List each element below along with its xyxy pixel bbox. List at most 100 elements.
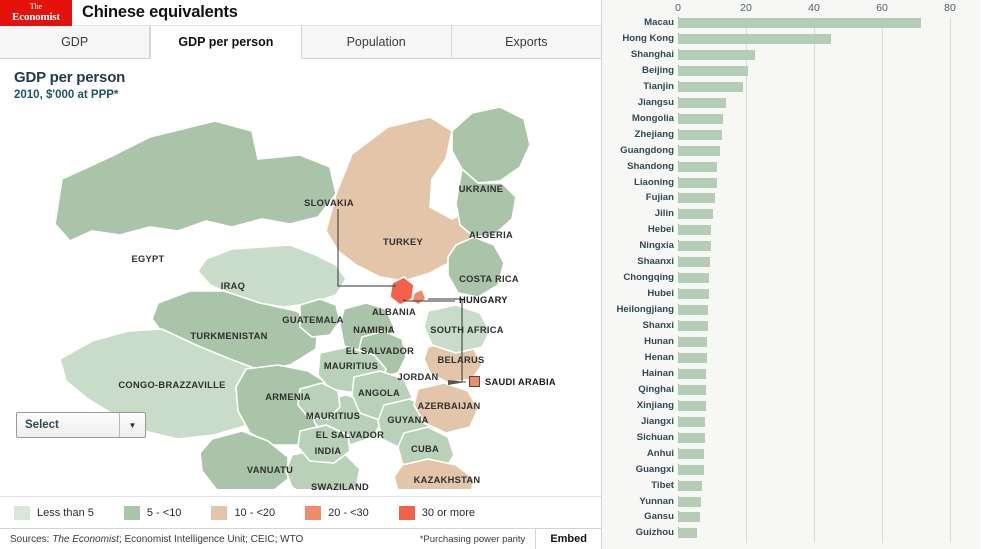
bar-row[interactable]: Yunnan bbox=[602, 495, 980, 508]
bar-row[interactable]: Hunan bbox=[602, 336, 980, 348]
bar-row[interactable]: Shanghai bbox=[602, 48, 980, 61]
legend-label-2: 10 - <20 bbox=[234, 506, 276, 519]
bar[interactable] bbox=[678, 496, 702, 507]
bar[interactable] bbox=[678, 416, 705, 427]
bar-label: Sichuan bbox=[636, 431, 674, 443]
bar-row[interactable]: Beijing bbox=[602, 64, 980, 77]
bar-row[interactable]: Ningxia bbox=[602, 240, 980, 252]
bar-label: Shanxi bbox=[642, 320, 674, 332]
bar-row[interactable]: Henan bbox=[602, 351, 980, 364]
bar-row[interactable]: Jiangxi bbox=[602, 415, 980, 428]
bar[interactable] bbox=[678, 337, 707, 347]
bar-label: Tianjin bbox=[643, 80, 674, 92]
logo-line-the: The bbox=[29, 1, 43, 11]
bar[interactable] bbox=[678, 464, 704, 475]
bar[interactable] bbox=[678, 321, 708, 332]
embed-button[interactable]: Embed bbox=[535, 529, 601, 549]
bar-row[interactable]: Jiangsu bbox=[602, 96, 980, 109]
bar[interactable] bbox=[678, 512, 701, 523]
bar-row[interactable]: Guizhou bbox=[602, 527, 980, 539]
bar-row[interactable]: Qinghai bbox=[602, 383, 980, 396]
x-tick-label-20: 20 bbox=[740, 2, 752, 14]
x-tick-label-40: 40 bbox=[808, 2, 820, 14]
bar-label: Chongqing bbox=[623, 272, 674, 284]
bar[interactable] bbox=[678, 145, 720, 156]
bar-row[interactable]: Fujian bbox=[602, 192, 980, 204]
bar-row[interactable]: Guangdong bbox=[602, 144, 980, 157]
bar-row[interactable]: Hong Kong bbox=[602, 32, 980, 45]
bar[interactable] bbox=[678, 480, 702, 491]
legend-item-3: 20 - <30 bbox=[305, 505, 369, 520]
bar-row[interactable]: Tianjin bbox=[602, 80, 980, 93]
chart-x-axis: 0 20 40 60 80 bbox=[602, 0, 980, 17]
bar[interactable] bbox=[678, 528, 697, 539]
bar-row[interactable]: Hainan bbox=[602, 367, 980, 380]
bar-row[interactable]: Tibet bbox=[602, 479, 980, 492]
bar-row[interactable]: Gansu bbox=[602, 511, 980, 523]
bar-label: Yunnan bbox=[639, 495, 674, 507]
tab-gdp-per-person[interactable]: GDP per person bbox=[150, 26, 302, 59]
tab-gdp[interactable]: GDP bbox=[0, 26, 151, 58]
bar[interactable] bbox=[678, 97, 726, 108]
bar-row[interactable]: Jilin bbox=[602, 208, 980, 220]
bar-label: Xinjiang bbox=[636, 399, 674, 411]
legend-item-2: 10 - <20 bbox=[211, 505, 276, 520]
footnote-ppp: *Purchasing power parity bbox=[419, 533, 526, 545]
map-callout-hungary: HUNGARY bbox=[459, 295, 508, 305]
tab-exports[interactable]: Exports bbox=[451, 26, 601, 58]
bar[interactable] bbox=[678, 273, 710, 284]
map-container[interactable]: GDP per person 2010, $'000 at PPP* EGYPT… bbox=[0, 59, 601, 496]
bar-row[interactable]: Macau bbox=[602, 17, 980, 29]
bar[interactable] bbox=[678, 49, 755, 60]
legend-label-3: 20 - <30 bbox=[328, 506, 369, 519]
x-tick-label-80: 80 bbox=[944, 2, 956, 14]
bar[interactable] bbox=[678, 113, 723, 124]
sources-prefix: Sources: bbox=[10, 533, 53, 545]
bar-row[interactable]: Sichuan bbox=[602, 431, 980, 444]
bar[interactable] bbox=[678, 161, 718, 172]
bar[interactable] bbox=[678, 33, 831, 44]
chevron-down-icon[interactable]: ▼ bbox=[119, 413, 145, 437]
bar[interactable] bbox=[678, 193, 716, 204]
bar-row[interactable]: Zhejiang bbox=[602, 128, 980, 141]
bar-row[interactable]: Xinjiang bbox=[602, 399, 980, 412]
bar-row[interactable]: Liaoning bbox=[602, 176, 980, 189]
region-select[interactable]: Select ▼ bbox=[16, 412, 146, 438]
bar[interactable] bbox=[678, 241, 711, 252]
bar[interactable] bbox=[678, 129, 723, 140]
bar-label: Qinghai bbox=[638, 383, 674, 395]
page-title: Chinese equivalents bbox=[82, 3, 238, 21]
bar-row[interactable]: Hebei bbox=[602, 224, 980, 236]
bar[interactable] bbox=[678, 257, 711, 268]
bar-row[interactable]: Hubei bbox=[602, 288, 980, 300]
gdp-per-person-bar-chart[interactable]: 0 20 40 60 80 Macau Hong Kong Shanghai Beijing Ti… bbox=[602, 0, 980, 549]
bar[interactable] bbox=[678, 352, 707, 363]
bar-label: Liaoning bbox=[634, 176, 674, 188]
bar[interactable] bbox=[678, 289, 709, 300]
bar[interactable] bbox=[678, 368, 707, 379]
bar-row[interactable]: Shanxi bbox=[602, 320, 980, 332]
map-legend: Less than 5 5 - <10 10 - <20 20 - <30 30… bbox=[0, 496, 601, 528]
tab-population[interactable]: Population bbox=[301, 26, 452, 58]
bar-row[interactable]: Chongqing bbox=[602, 272, 980, 284]
bar-row[interactable]: Guangxi bbox=[602, 463, 980, 476]
bar[interactable] bbox=[678, 400, 707, 411]
bar-label: Hong Kong bbox=[622, 32, 674, 44]
bar[interactable] bbox=[678, 432, 705, 443]
bar-row[interactable]: Shandong bbox=[602, 160, 980, 173]
bar-row[interactable]: Heilongjiang bbox=[602, 304, 980, 316]
bar[interactable] bbox=[678, 65, 748, 76]
bar-row[interactable]: Anhui bbox=[602, 447, 980, 460]
bar[interactable] bbox=[678, 18, 922, 28]
bar[interactable] bbox=[678, 448, 705, 459]
bar[interactable] bbox=[678, 177, 718, 188]
bar[interactable] bbox=[678, 81, 743, 92]
bar-row[interactable]: Mongolia bbox=[602, 112, 980, 125]
logo-line-economist: Economist bbox=[12, 10, 60, 23]
bar-label: Henan bbox=[644, 351, 674, 363]
bar[interactable] bbox=[678, 305, 709, 316]
bar[interactable] bbox=[678, 225, 711, 236]
bar[interactable] bbox=[678, 209, 714, 220]
bar-row[interactable]: Shaanxi bbox=[602, 256, 980, 268]
bar[interactable] bbox=[678, 384, 706, 395]
